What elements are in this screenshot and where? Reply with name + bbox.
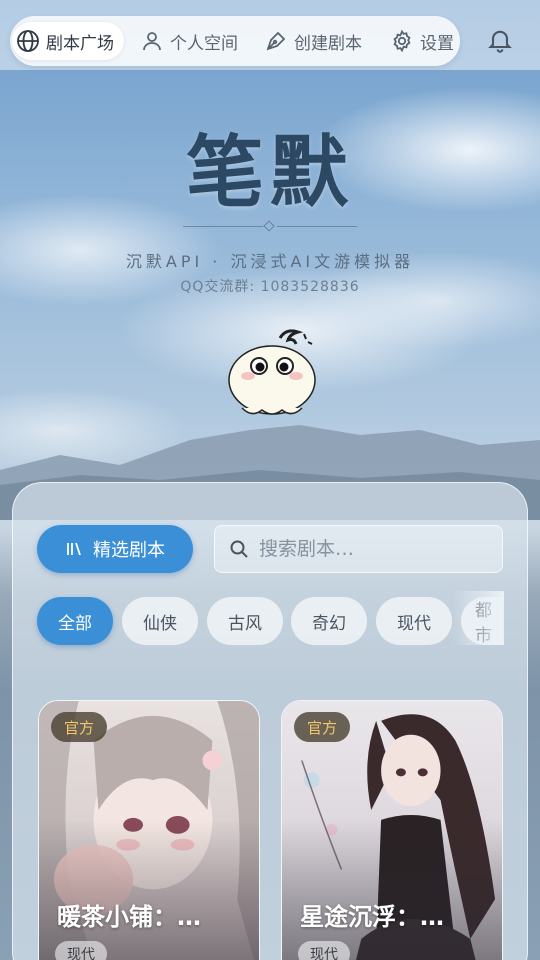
app-subtitle: 沉默API · 沉浸式AI文游模拟器 bbox=[125, 252, 415, 271]
bell-icon[interactable] bbox=[486, 26, 514, 54]
divider-line-left bbox=[183, 226, 263, 227]
category-chip-modern[interactable]: 现代 bbox=[376, 597, 452, 645]
nav-item-plaza[interactable]: 剧本广场 bbox=[12, 22, 124, 60]
nav-item-create-script[interactable]: 创建剧本 bbox=[264, 22, 362, 60]
pen-nib-icon bbox=[266, 31, 286, 51]
category-chip-fantasy[interactable]: 奇幻 bbox=[291, 597, 367, 645]
card-category-tag: 现代 bbox=[298, 941, 350, 960]
qq-group-info: QQ交流群: 1083528836 bbox=[180, 279, 360, 295]
card-title: 星途沉浮：… bbox=[300, 903, 444, 931]
search-input[interactable] bbox=[259, 538, 479, 560]
library-icon bbox=[67, 542, 81, 556]
mascot-icon bbox=[228, 329, 316, 415]
featured-scripts-button[interactable]: 精选剧本 bbox=[37, 525, 193, 573]
script-card[interactable]: 官方 星途沉浮：… 现代 bbox=[281, 700, 503, 960]
category-chip-xianxia[interactable]: 仙侠 bbox=[122, 597, 198, 645]
script-card[interactable]: 官方 暖茶小铺：… 现代 bbox=[38, 700, 260, 960]
card-category-tag: 现代 bbox=[55, 941, 107, 960]
search-icon bbox=[230, 540, 248, 558]
card-title: 暖茶小铺：… bbox=[57, 903, 201, 931]
official-badge: 官方 bbox=[51, 712, 108, 742]
nav-item-label: 个人空间 bbox=[170, 33, 238, 54]
user-icon bbox=[143, 32, 161, 51]
featured-scripts-label: 精选剧本 bbox=[93, 540, 165, 561]
nav-item-label: 设置 bbox=[420, 33, 454, 54]
nav-item-settings[interactable]: 设置 bbox=[390, 22, 454, 60]
card-shade bbox=[39, 819, 259, 960]
app-title: 笔默 bbox=[185, 127, 354, 218]
category-chip-gufeng[interactable]: 古风 bbox=[207, 597, 283, 645]
nav-item-label: 创建剧本 bbox=[294, 33, 362, 54]
globe-icon bbox=[17, 30, 39, 52]
official-badge: 官方 bbox=[294, 712, 351, 742]
category-chip-all[interactable]: 全部 bbox=[37, 597, 113, 645]
nav-item-personal-space[interactable]: 个人空间 bbox=[140, 22, 238, 60]
divider-line-right bbox=[277, 226, 357, 227]
card-shade bbox=[282, 819, 502, 960]
chip-scroll-fade bbox=[452, 591, 504, 645]
search-box[interactable] bbox=[214, 525, 503, 573]
gear-icon bbox=[393, 29, 411, 53]
nav-item-label: 剧本广场 bbox=[46, 33, 114, 54]
